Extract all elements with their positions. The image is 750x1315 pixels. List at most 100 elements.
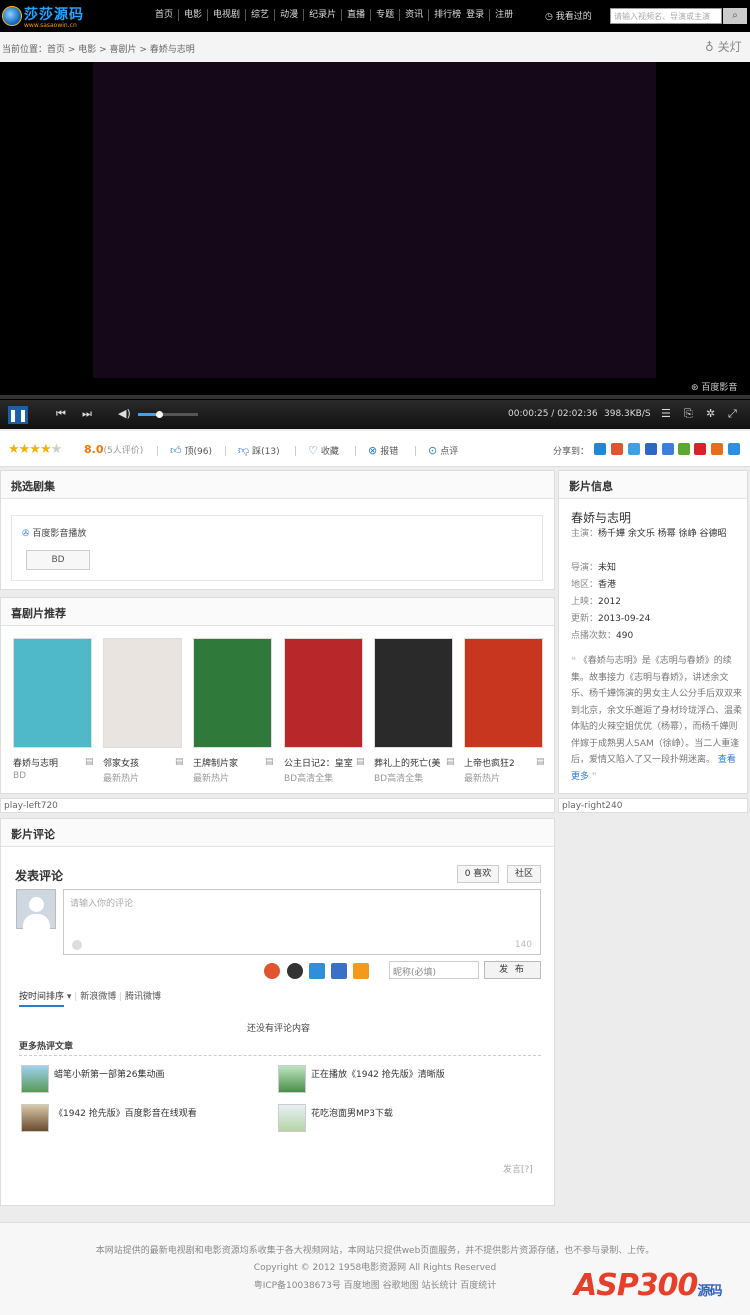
nav-item-movie[interactable]: 电影 (178, 9, 207, 21)
kaixin-share-icon[interactable] (662, 443, 674, 455)
movie-title[interactable]: 春娇与志明 (571, 509, 631, 526)
detail-icon[interactable]: ▤ (175, 757, 184, 767)
cast-value[interactable]: 杨千嬅 余文乐 杨幂 徐峥 谷德昭 (598, 529, 726, 539)
weibo-share-icon[interactable] (611, 443, 623, 455)
movie-poster-title[interactable]: 葬礼上的死亡(美 (374, 756, 441, 769)
tab-by-time[interactable]: 按时间排序 (19, 992, 65, 1007)
baidu-share-icon[interactable] (711, 443, 723, 455)
volume-knob[interactable] (156, 411, 163, 418)
divider: | (119, 992, 123, 1002)
renren-login-icon[interactable] (331, 963, 347, 979)
volume-slider[interactable] (138, 411, 198, 418)
seek-bar[interactable] (0, 395, 750, 399)
star-empty-icon[interactable]: ★ (51, 442, 63, 457)
nav-item-live[interactable]: 直播 (341, 9, 370, 21)
video-screen[interactable] (93, 62, 656, 378)
movie-info-head: 影片信息 (559, 471, 747, 499)
nav-item-ranking[interactable]: 排行榜 (428, 9, 466, 21)
like-button[interactable]: 0 喜欢 (457, 865, 499, 883)
movie-poster[interactable] (464, 638, 543, 748)
article-thumbnail[interactable] (278, 1065, 306, 1093)
settings-icon[interactable]: ✲ (706, 407, 715, 420)
movie-poster[interactable] (13, 638, 92, 748)
star-icon[interactable]: ★★★★ (8, 442, 52, 457)
volume-icon[interactable]: ◀) (118, 407, 131, 420)
report-button[interactable]: ⊗ 报错 (368, 444, 398, 457)
watched-history[interactable]: ◷ 我看过的 (545, 9, 592, 22)
nav-item-variety[interactable]: 综艺 (245, 9, 274, 21)
lights-off-toggle[interactable]: ♁ 关灯 (705, 38, 742, 55)
movie-poster-subtitle: 最新热片 (193, 774, 230, 784)
hot-article-link[interactable]: 花吃泡面男MP3下载 (311, 1106, 393, 1119)
movie-poster[interactable] (284, 638, 363, 748)
nav-item-news[interactable]: 资讯 (399, 9, 428, 21)
episode-button[interactable]: BD (26, 550, 90, 570)
renren-share-icon[interactable] (645, 443, 657, 455)
playlist-icon[interactable]: ☰ (661, 407, 671, 420)
detail-icon[interactable]: ▤ (265, 757, 274, 767)
fullscreen-icon[interactable]: ⤢ (728, 407, 737, 421)
article-thumbnail[interactable] (21, 1065, 49, 1093)
heart-share-icon[interactable] (694, 443, 706, 455)
article-thumbnail[interactable] (21, 1104, 49, 1132)
tencent-weibo-share-icon[interactable] (628, 443, 640, 455)
divider (415, 446, 416, 456)
hot-article-link[interactable]: 蜡笔小新第一部第26集动画 (54, 1067, 164, 1080)
director-row: 导演：未知 (571, 561, 743, 576)
emoji-icon[interactable] (72, 940, 82, 950)
comment-button[interactable]: ⊙ 点评 (428, 444, 458, 457)
qzone-share-icon[interactable] (594, 443, 606, 455)
nav-item-anime[interactable]: 动漫 (274, 9, 303, 21)
movie-poster-title[interactable]: 公主日记2：皇室 (284, 756, 353, 769)
tab-tencent-weibo[interactable]: 腾讯微博 (125, 992, 161, 1002)
nav-item-topic[interactable]: 专题 (370, 9, 399, 21)
avatar-head (29, 897, 44, 912)
current-time: 00:00:25 (508, 409, 549, 419)
detail-icon[interactable]: ▤ (356, 757, 365, 767)
share-screen-icon[interactable]: ⎘ (684, 407, 693, 421)
tencent-login-icon[interactable] (309, 963, 325, 979)
movie-poster[interactable] (103, 638, 182, 748)
pause-button[interactable]: ❚❚ (8, 406, 28, 424)
nav-item-home[interactable]: 首页 (150, 9, 178, 21)
previous-icon[interactable]: ⏮ (56, 407, 66, 421)
movie-poster-title[interactable]: 王牌制片家 (193, 756, 238, 769)
weibo-login-icon[interactable] (264, 963, 280, 979)
search-input[interactable]: 请输入视频名、导演或主演 (610, 8, 722, 24)
video-player[interactable]: ⊛ 百度影音 ❚❚ ⏮ ⏭ ◀) 00:00:25 / 02:02:36 398… (0, 62, 750, 429)
report-help-link[interactable]: 发言[?] (503, 1162, 533, 1175)
favorite-button[interactable]: ♡ 收藏 (308, 444, 339, 457)
comment-textarea[interactable]: 请输入你的评论 140 (63, 889, 541, 955)
movie-poster-title[interactable]: 上帝也疯狂2 (464, 756, 515, 769)
nickname-input[interactable]: 昵称(必填) (389, 961, 479, 979)
movie-poster-title[interactable]: 邻家女孩 (103, 756, 139, 769)
up-vote-button[interactable]: 👍︎ 顶(96) (170, 444, 212, 457)
hot-article-link[interactable]: 正在播放《1942 抢先版》清晰版 (311, 1067, 445, 1080)
movie-poster[interactable] (374, 638, 453, 748)
chevron-down-icon[interactable]: ▾ (67, 992, 72, 1002)
detail-icon[interactable]: ▤ (446, 757, 455, 767)
publish-button[interactable]: 发 布 (484, 961, 541, 979)
more-share-icon[interactable] (728, 443, 740, 455)
article-thumbnail[interactable] (278, 1104, 306, 1132)
movie-poster-title[interactable]: 春娇与志明 (13, 756, 58, 769)
site-logo[interactable]: 莎莎源码 www.sasaowin.cn (2, 4, 102, 30)
search-button[interactable]: ⌕ (723, 8, 747, 24)
hot-article-link[interactable]: 《1942 抢先版》百度影音在线观看 (54, 1106, 197, 1119)
nav-item-register[interactable]: 注册 (489, 9, 518, 21)
rating-stars[interactable]: ★★★★★ (8, 442, 63, 457)
nav-item-tv[interactable]: 电视剧 (207, 9, 245, 21)
next-icon[interactable]: ⏭ (82, 407, 92, 421)
tab-sina-weibo[interactable]: 新浪微博 (80, 992, 116, 1002)
nav-item-login[interactable]: 登录 (466, 9, 489, 21)
qq-login-icon[interactable] (287, 963, 303, 979)
detail-icon[interactable]: ▤ (536, 757, 545, 767)
nav-item-documentary[interactable]: 纪录片 (303, 9, 341, 21)
douban-share-icon[interactable] (678, 443, 690, 455)
down-vote-button[interactable]: 👎︎ 踩(13) (238, 444, 280, 457)
detail-icon[interactable]: ▤ (85, 757, 94, 767)
more-login-icon[interactable] (353, 963, 369, 979)
community-button[interactable]: 社区 (507, 865, 541, 883)
movie-poster[interactable] (193, 638, 272, 748)
download-speed: 398.3KB/S (604, 409, 651, 419)
